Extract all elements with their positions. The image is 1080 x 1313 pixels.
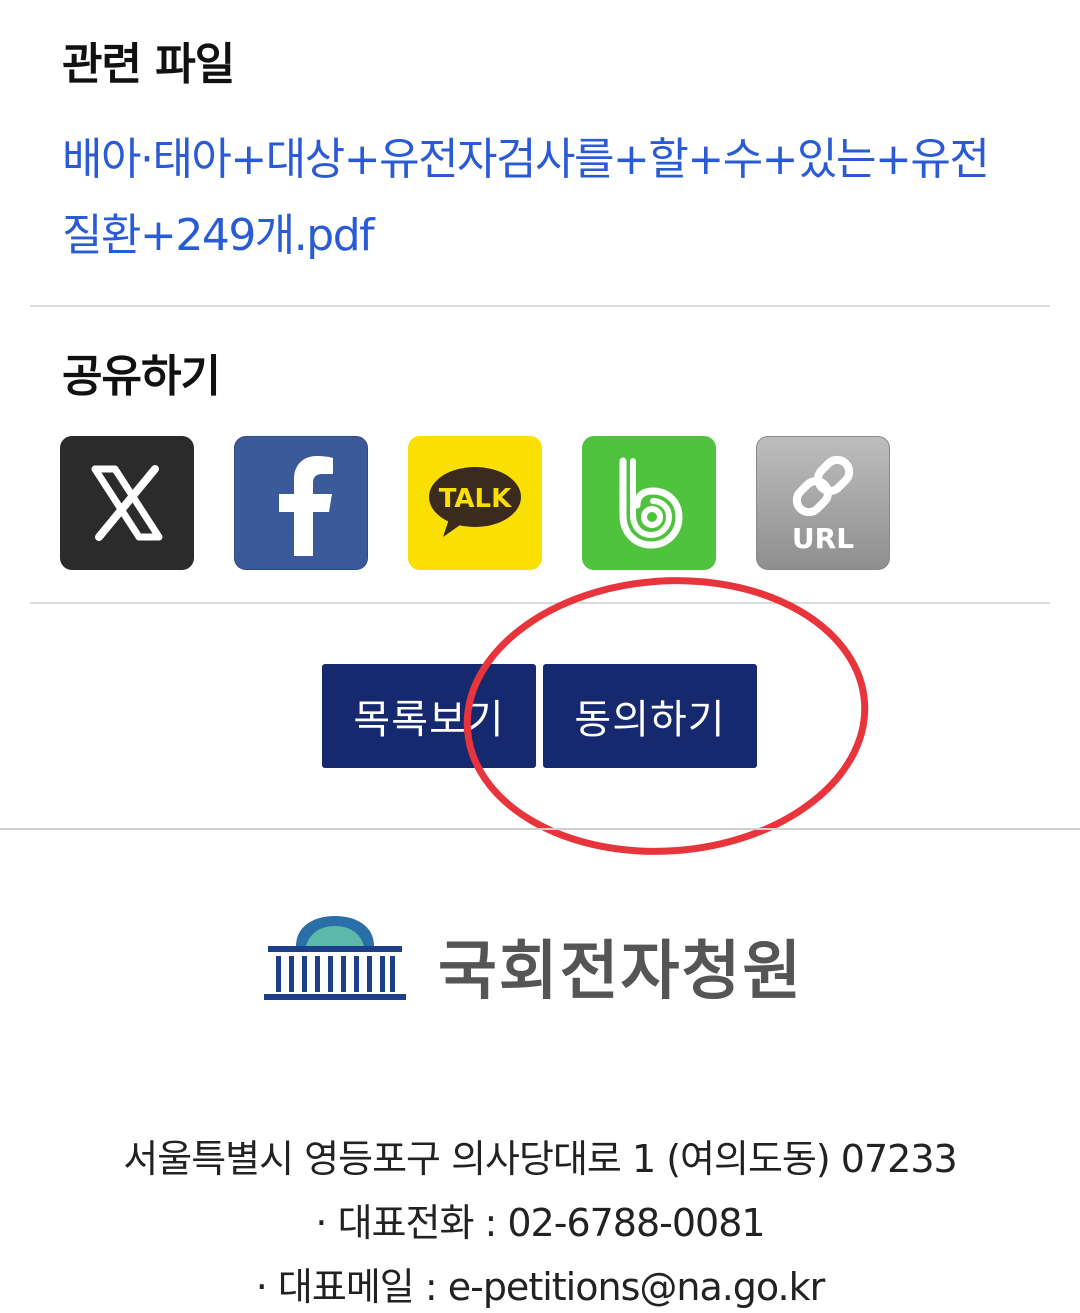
share-url-button[interactable]: URL <box>756 436 890 570</box>
national-assembly-logo: 국회전자청원 <box>262 912 822 1012</box>
file-download-link[interactable]: 배아·태아+대상+유전자검사를+할+수+있는+유전질환+249개.pdf <box>62 122 1022 274</box>
footer-divider <box>0 828 1080 830</box>
agree-button[interactable]: 동의하기 <box>543 664 757 768</box>
footer-address: 서울특별시 영등포구 의사당대로 1 (여의도동) 07233 <box>123 1137 957 1181</box>
facebook-icon <box>279 456 333 556</box>
share-band-button[interactable] <box>582 436 716 570</box>
share-facebook-button[interactable] <box>234 436 368 570</box>
logo-text: 국회전자청원 <box>438 935 804 1009</box>
share-title: 공유하기 <box>62 351 221 402</box>
assembly-building-icon <box>264 916 406 1000</box>
url-label: URL <box>792 522 854 555</box>
link-icon: URL <box>792 455 854 555</box>
footer-phone: · 대표전화 : 02-6788-0081 <box>315 1201 765 1245</box>
related-files-title: 관련 파일 <box>62 39 235 90</box>
kakaotalk-label: TALK <box>439 484 512 514</box>
band-icon <box>619 457 683 549</box>
footer-email: · 대표메일 : e-petitions@na.go.kr <box>255 1265 825 1309</box>
kakaotalk-icon: TALK <box>429 467 521 537</box>
divider <box>30 602 1050 604</box>
share-kakaotalk-button[interactable]: TALK <box>408 436 542 570</box>
share-x-button[interactable] <box>60 436 194 570</box>
x-logo-icon <box>91 465 163 541</box>
list-view-button[interactable]: 목록보기 <box>322 664 536 768</box>
divider <box>30 305 1050 307</box>
